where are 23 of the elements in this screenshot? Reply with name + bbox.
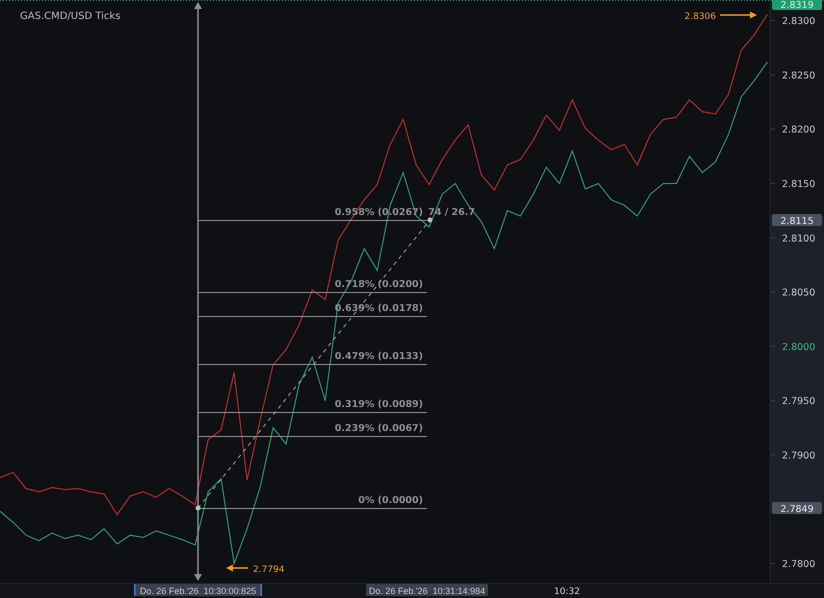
- price-axis-label: 2.7800: [782, 558, 816, 570]
- price-axis-label: 2.8300: [782, 16, 816, 28]
- price-badge: 2.7849: [772, 502, 822, 515]
- price-axis-label: 2.8200: [782, 124, 816, 136]
- price-axis-label: 2.8000: [782, 342, 816, 353]
- time-badge[interactable]: Do. 26 Feb.'26 10:30:00:825: [134, 584, 262, 596]
- chart-title: GAS.CMD/USD Ticks: [20, 11, 120, 22]
- time-badge: Do. 26 Feb.'26 10:31:14:984: [366, 584, 488, 596]
- anchor-handle[interactable]: [428, 218, 432, 222]
- price-axis-label: 2.7950: [782, 396, 816, 408]
- price-axis-label: 2.8050: [782, 288, 816, 299]
- price-axis-label: 2.8250: [782, 70, 816, 82]
- fib-level-label: 0.319% (0.0089): [334, 399, 423, 410]
- price-axis-label: 2.8100: [782, 233, 816, 244]
- price-axis-label: 2.7900: [782, 450, 816, 462]
- current-price-badge: 2.8319: [772, 0, 822, 11]
- fib-level-label: 0% (0.0000): [358, 495, 423, 506]
- anchor-handle[interactable]: [196, 506, 200, 510]
- price-badge: 2.8115: [772, 214, 822, 227]
- fib-level-label: 0.239% (0.0067): [334, 423, 423, 434]
- time-axis-label: 10:32: [554, 587, 580, 597]
- price-axis-label: 2.8150: [782, 178, 816, 190]
- fib-level-label: 0.479% (0.0133): [334, 351, 423, 362]
